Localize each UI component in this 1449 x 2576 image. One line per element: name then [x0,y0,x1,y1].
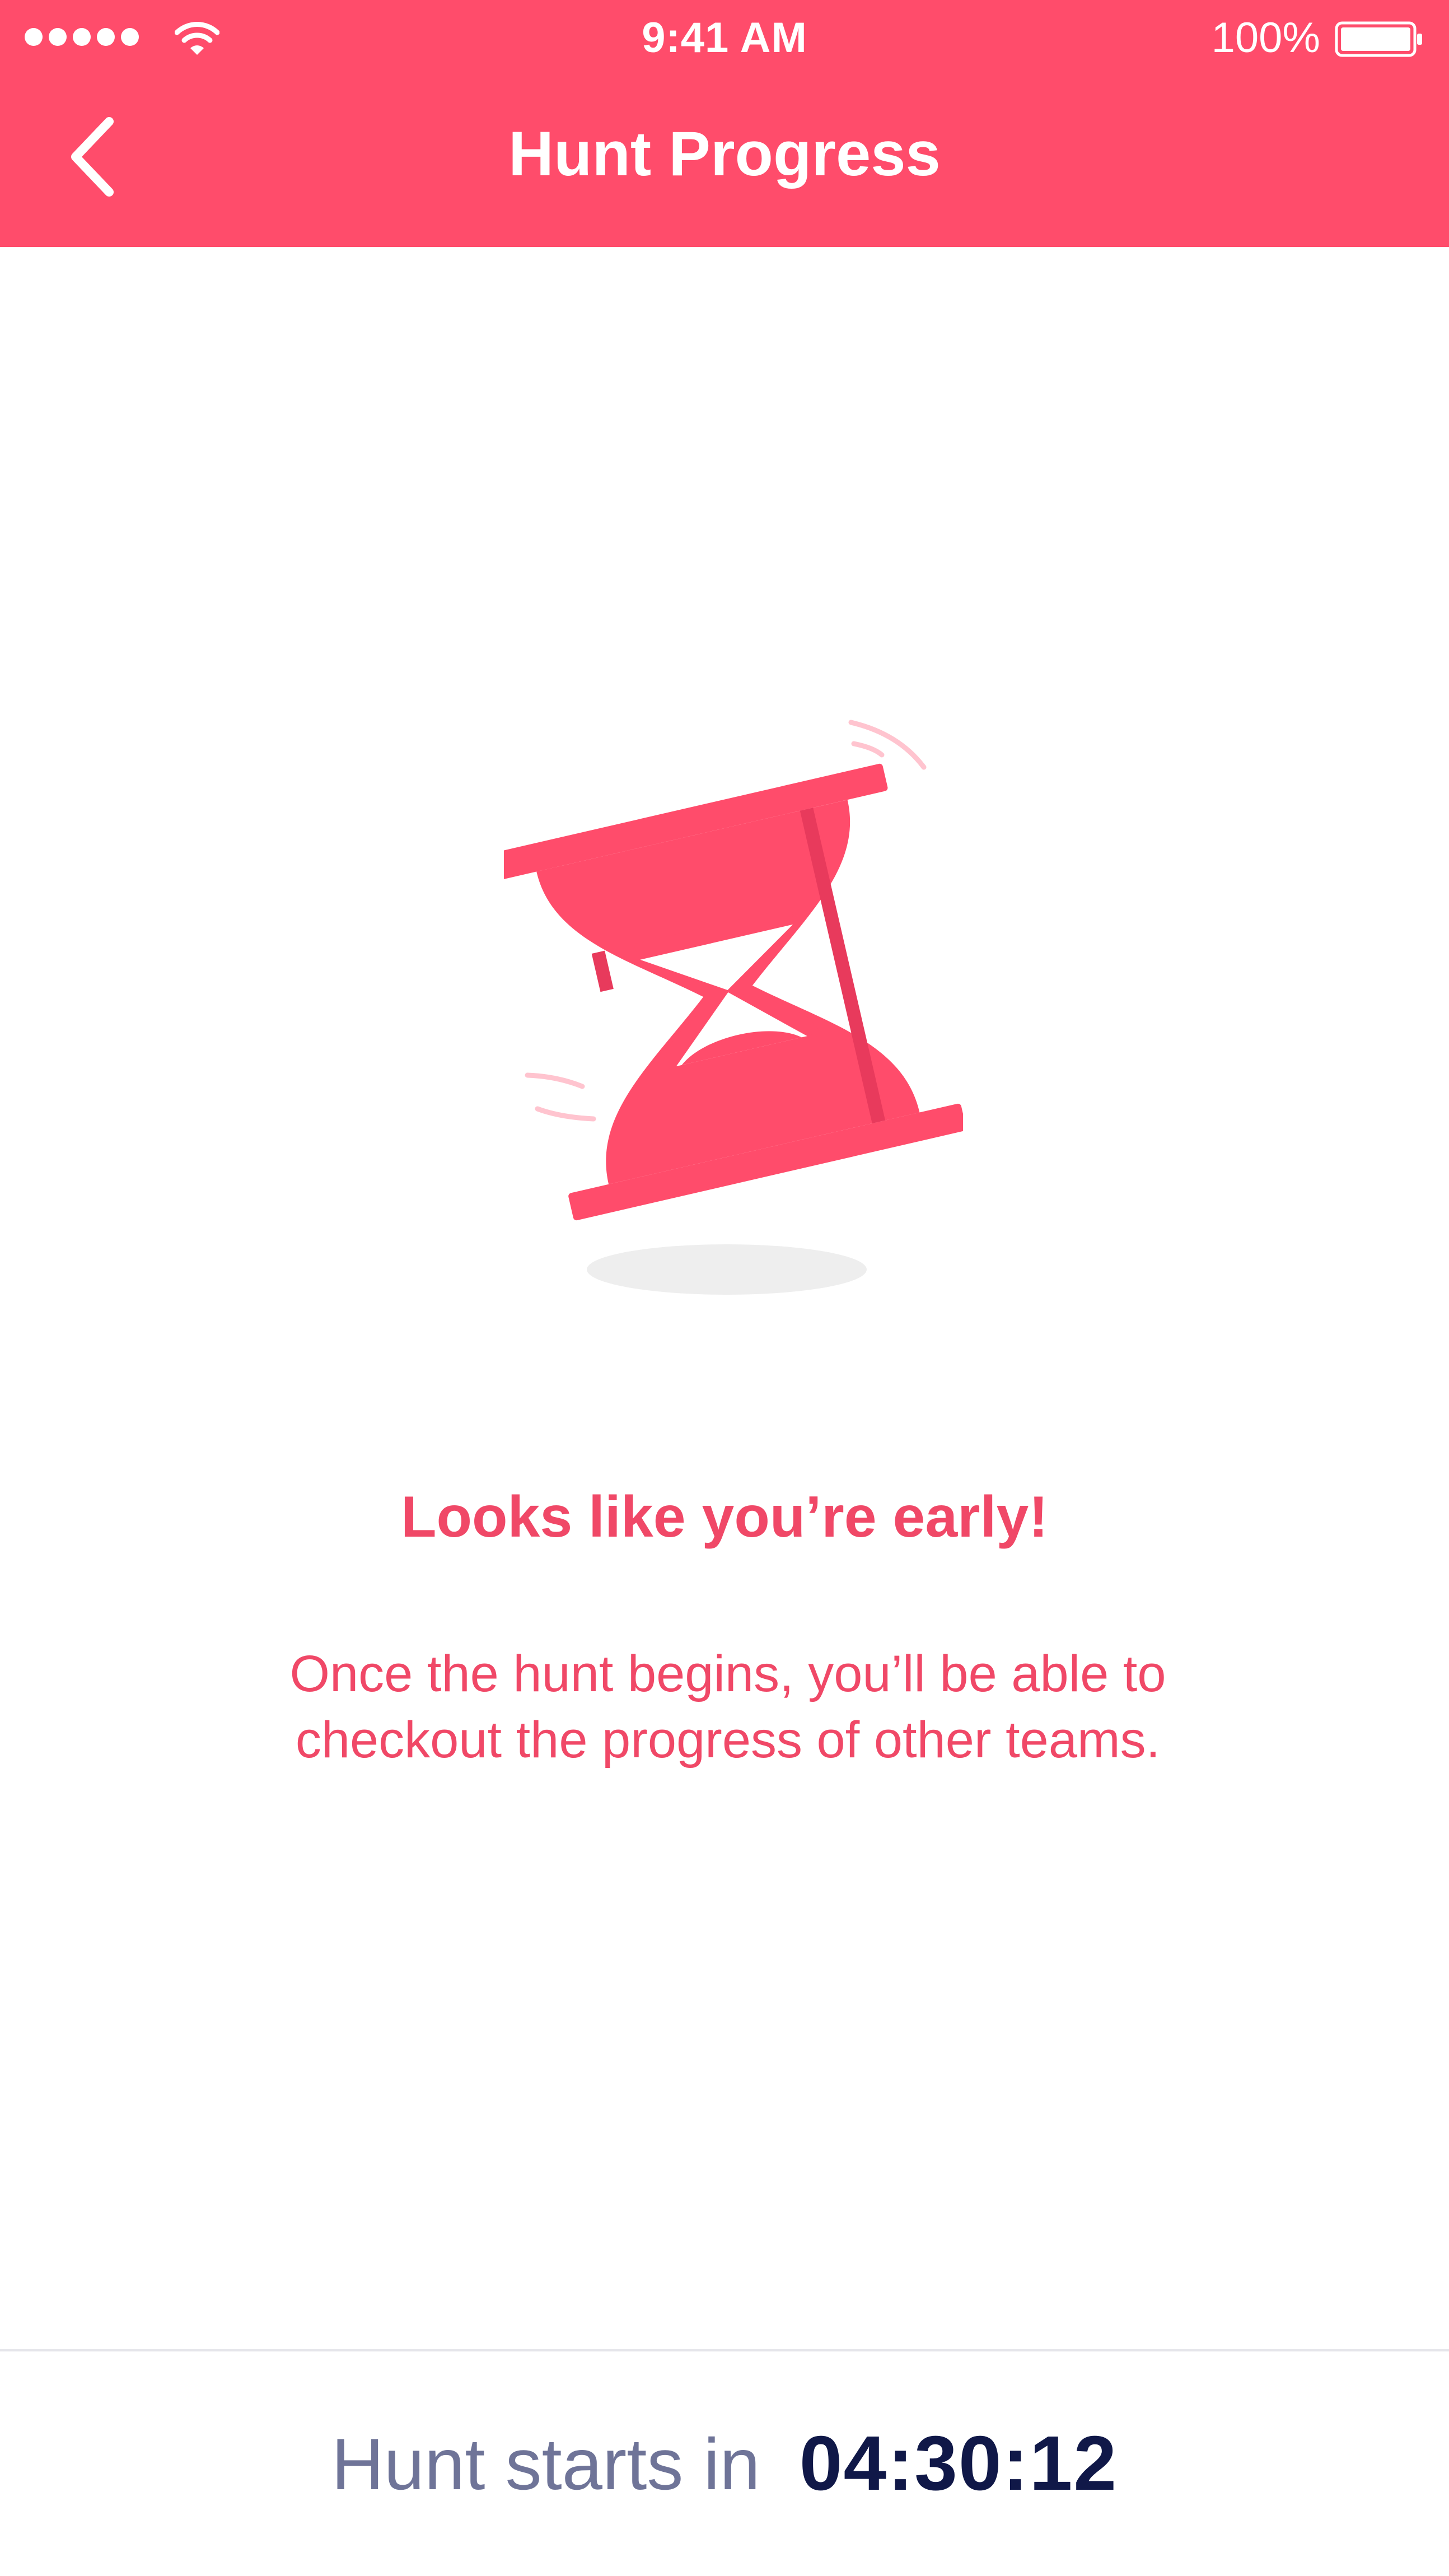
status-bar: 9:41 AM 100% [0,0,1449,78]
hourglass-icon [504,720,963,1295]
countdown-footer: Hunt starts in 04:30:12 [0,2351,1449,2576]
early-description: Once the hunt begins, you’ll be able to … [289,1645,1166,1768]
nav-header: 9:41 AM 100% Hunt Progress [0,0,1449,247]
countdown-label: Hunt starts in [331,2423,760,2505]
battery-icon [1335,21,1422,57]
page-title: Hunt Progress [508,119,941,189]
battery-percent: 100% [1211,14,1320,62]
countdown-timer: 04:30:12 [799,2420,1118,2507]
early-headline: Looks like you’re early! [400,1485,1049,1550]
